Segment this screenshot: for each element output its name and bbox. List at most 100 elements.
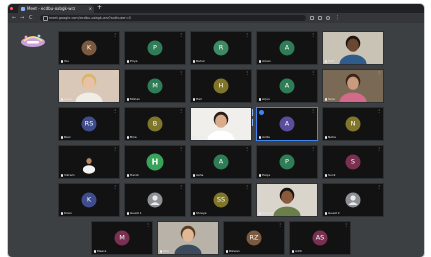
tile-more-options-icon[interactable]: ⋮ — [377, 71, 381, 75]
tile-more-options-icon[interactable]: ⋮ — [179, 185, 183, 189]
tile-more-options-icon[interactable]: ⋮ — [245, 147, 249, 151]
participant-tile[interactable]: RZ ⋮ Rizwan — [223, 221, 285, 255]
tile-more-options-icon[interactable]: ⋮ — [311, 147, 315, 151]
participant-tile[interactable]: A ⋮ Arjun — [256, 69, 318, 103]
participant-tile[interactable]: S ⋮ Sunil — [322, 145, 384, 179]
tile-more-options-icon[interactable]: ⋮ — [179, 109, 183, 113]
participant-name-label: Priya — [127, 59, 137, 63]
participant-avatar: H — [146, 153, 164, 171]
participant-tile[interactable]: P ⋮ Priya — [124, 31, 186, 65]
tile-more-options-icon[interactable]: ⋮ — [245, 33, 249, 37]
participant-avatar: P — [147, 40, 163, 56]
participant-avatar: K — [81, 40, 97, 56]
tile-more-options-icon[interactable]: ⋮ — [179, 71, 183, 75]
participant-tile[interactable]: ⋮ Guest 1 — [124, 183, 186, 217]
participant-name-label: Sunil — [325, 173, 335, 177]
participant-tile[interactable]: K ⋮ Kiran — [58, 183, 120, 217]
tile-more-options-icon[interactable]: ⋮ — [245, 185, 249, 189]
tab-close-icon[interactable]: × — [89, 6, 92, 11]
profile-avatar-icon[interactable] — [326, 16, 330, 20]
participant-name-label: Emma — [193, 135, 206, 139]
tile-more-options-icon[interactable]: ⋮ — [146, 223, 150, 227]
participant-name-label: Guest 1 — [127, 211, 142, 215]
camera-permission-icon[interactable] — [310, 16, 314, 20]
participant-tile[interactable]: A ⋮ Anita — [256, 107, 318, 141]
participant-avatar: A — [279, 116, 295, 132]
participant-avatar: A — [279, 40, 295, 56]
participant-tile[interactable]: ⋮ Deepak — [256, 183, 318, 217]
participant-tile[interactable]: H ⋮ Hari — [190, 69, 252, 103]
back-button[interactable]: ← — [12, 14, 16, 22]
participant-name-label: Pooja — [259, 173, 270, 177]
participant-avatar: AS — [312, 230, 328, 246]
participant-name-label: Aman — [259, 59, 271, 63]
participant-tile[interactable]: ⋮ Guest 2 — [322, 183, 384, 217]
tile-more-options-icon[interactable]: ⋮ — [377, 147, 381, 151]
participant-name-label: Guest 2 — [325, 211, 340, 215]
participant-avatar: M — [147, 78, 163, 94]
participant-name-label: Hari — [193, 97, 202, 101]
participant-tile[interactable]: AS ⋮ Aditi — [289, 221, 351, 255]
participant-tile[interactable]: ⋮ Emma — [190, 107, 252, 141]
participant-tile[interactable]: ⋮ Vikram — [58, 145, 120, 179]
participant-tile[interactable]: ⋮ Kofi — [322, 31, 384, 65]
anonymous-avatar-icon — [147, 192, 163, 208]
tile-more-options-icon[interactable]: ⋮ — [179, 33, 183, 37]
tile-more-options-icon[interactable]: ⋮ — [344, 223, 348, 227]
address-url: meet.google.com/ecdbu-oxbgk-wrz?authuser… — [49, 16, 131, 20]
participant-tile[interactable]: A ⋮ Aman — [256, 31, 318, 65]
tile-more-options-icon[interactable]: ⋮ — [311, 109, 315, 113]
tile-more-options-icon[interactable]: ⋮ — [113, 33, 117, 37]
tile-more-options-icon[interactable]: ⋮ — [377, 185, 381, 189]
tile-more-options-icon[interactable]: ⋮ — [113, 109, 117, 113]
participant-avatar: A — [279, 78, 295, 94]
tile-more-options-icon[interactable]: ⋮ — [179, 147, 183, 151]
participant-name-label: Kofi — [325, 59, 334, 63]
participant-avatar: S — [345, 154, 361, 170]
address-bar[interactable]: meet.google.com/ecdbu-oxbgk-wrz?authuser… — [40, 15, 306, 21]
browser-tab[interactable]: Meet - ecdbu-oxbgk-wrz × — [18, 5, 94, 13]
tile-more-options-icon[interactable]: ⋮ — [245, 109, 249, 113]
tile-more-options-icon[interactable]: ⋮ — [311, 33, 315, 37]
participant-name-label: Kiran — [61, 211, 72, 215]
tile-more-options-icon[interactable]: ⋮ — [245, 71, 249, 75]
participant-name-label: Asha — [193, 173, 203, 177]
participant-tile[interactable]: K ⋮ You — [58, 31, 120, 65]
participant-tile[interactable]: RS ⋮ Ravi — [58, 107, 120, 141]
tile-more-options-icon[interactable]: ⋮ — [377, 33, 381, 37]
participant-tile[interactable]: P ⋮ Pooja — [256, 145, 318, 179]
participant-name-label: Ravi — [61, 135, 70, 139]
participant-tile[interactable]: H ⋮ Harsh — [124, 145, 186, 179]
participant-tile[interactable]: ⋮ Sara — [322, 69, 384, 103]
tile-more-options-icon[interactable]: ⋮ — [113, 71, 117, 75]
bookmark-star-icon[interactable] — [318, 16, 322, 20]
tile-more-options-icon[interactable]: ⋮ — [113, 147, 117, 151]
participant-avatar: N — [345, 116, 361, 132]
tile-more-options-icon[interactable]: ⋮ — [212, 223, 216, 227]
participant-tile[interactable]: N ⋮ Neha — [322, 107, 384, 141]
participant-tile[interactable]: M ⋮ Meera — [91, 221, 153, 255]
tile-more-options-icon[interactable]: ⋮ — [278, 223, 282, 227]
reload-button[interactable]: C — [29, 14, 33, 22]
new-tab-button[interactable]: + — [97, 5, 102, 11]
tab-bar: Meet - ecdbu-oxbgk-wrz × + — [8, 4, 424, 13]
browser-menu-icon[interactable]: ⋮ — [335, 14, 340, 22]
participant-name-label: Arjun — [259, 97, 270, 101]
speaking-indicator-bar — [252, 109, 253, 116]
participant-tile[interactable]: SS ⋮ Shreya — [190, 183, 252, 217]
participant-tile[interactable]: ⋮ Anna — [58, 69, 120, 103]
close-window-dot[interactable] — [10, 7, 13, 10]
participant-tile[interactable]: R ⋮ Rahul — [190, 31, 252, 65]
tile-more-options-icon[interactable]: ⋮ — [113, 185, 117, 189]
tile-more-options-icon[interactable]: ⋮ — [311, 71, 315, 75]
participant-tile[interactable]: B ⋮ Bina — [124, 107, 186, 141]
participant-tile[interactable]: A ⋮ Asha — [190, 145, 252, 179]
participant-avatar: B — [147, 116, 163, 132]
tile-more-options-icon[interactable]: ⋮ — [377, 109, 381, 113]
participant-tile[interactable]: ⋮ Tom — [157, 221, 219, 255]
anonymous-avatar-icon — [345, 192, 361, 208]
participant-avatar: RZ — [246, 230, 262, 246]
participant-tile[interactable]: M ⋮ Mohan — [124, 69, 186, 103]
tile-more-options-icon[interactable]: ⋮ — [311, 185, 315, 189]
forward-button[interactable]: → — [20, 14, 24, 22]
